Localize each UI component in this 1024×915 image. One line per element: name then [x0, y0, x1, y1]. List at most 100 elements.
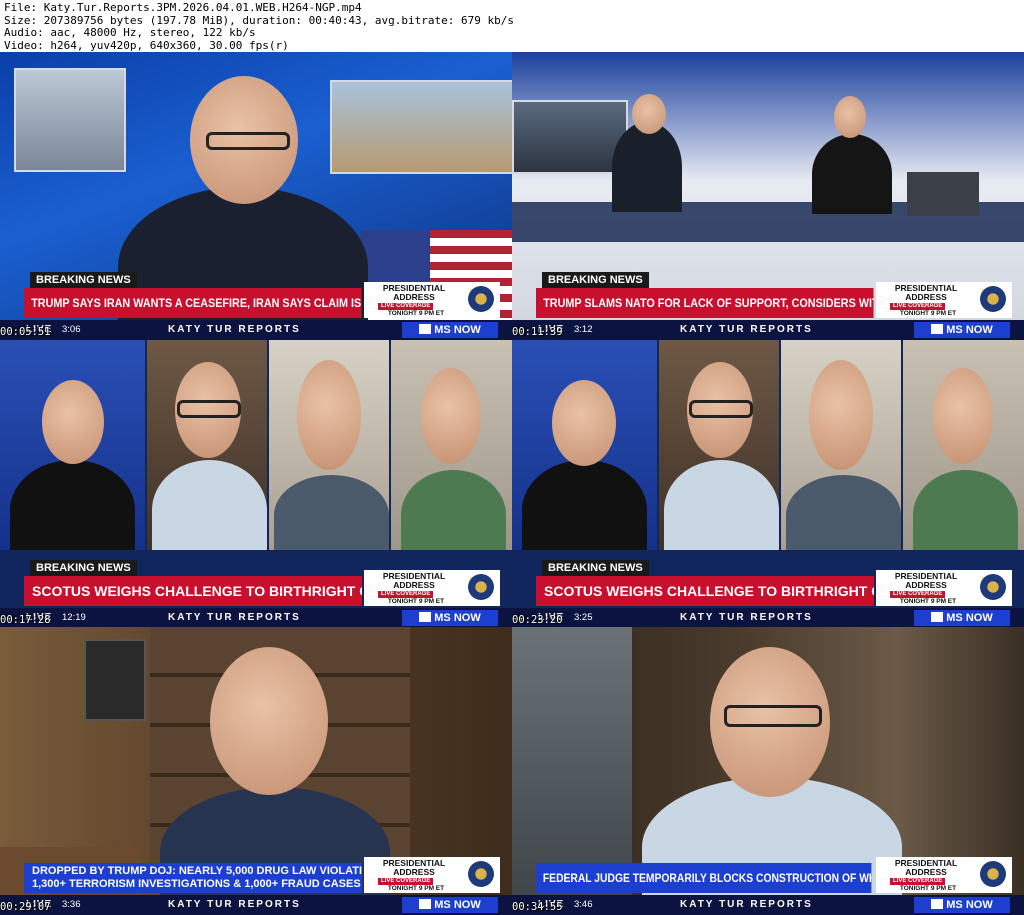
presidential-seal-icon — [980, 286, 1006, 312]
guest-head — [421, 368, 481, 464]
timecode: 00:23:20 — [512, 614, 563, 626]
clock: 3:36 — [62, 899, 81, 910]
logo-text: MS NOW — [434, 612, 481, 624]
anchor-head — [42, 380, 104, 464]
file-name-line: File: Katy.Tur.Reports.3PM.2026.04.01.WE… — [4, 1, 362, 14]
timecode: 00:05:51 — [0, 326, 51, 338]
show-name: KATY TUR REPORTS — [680, 324, 813, 335]
promo-title: PRESIDENTIAL ADDRESS — [382, 571, 446, 590]
logo-text: MS NOW — [434, 324, 481, 336]
ticker-bar: LIVE 3:06 KATY TUR REPORTS MS NOW — [0, 320, 512, 340]
guest-shirt — [401, 470, 506, 550]
ticker-bar: LIVE 3:36 KATY TUR REPORTS MS NOW — [0, 895, 512, 915]
thumbnail-3: BREAKING NEWS SCOTUS WEIGHS CHALLENGE TO… — [0, 340, 512, 628]
breaking-news-label: BREAKING NEWS — [542, 560, 649, 576]
headline: DROPPED BY TRUMP DOJ: NEARLY 5,000 DRUG … — [24, 863, 362, 893]
network-logo: MS NOW — [402, 322, 498, 338]
promo-time: TONIGHT 9 PM ET — [899, 885, 957, 892]
promo-title: PRESIDENTIAL ADDRESS — [894, 858, 958, 877]
panel-guest-2 — [269, 340, 389, 550]
promo-title: PRESIDENTIAL ADDRESS — [382, 858, 446, 877]
guest-head — [809, 360, 873, 470]
thumbnail-4: BREAKING NEWS SCOTUS WEIGHS CHALLENGE TO… — [512, 340, 1024, 628]
anchor-head — [552, 380, 616, 466]
promo-live: LIVE COVERAGE — [378, 591, 434, 598]
presidential-address-promo: PRESIDENTIAL ADDRESS LIVE COVERAGE TONIG… — [364, 570, 500, 606]
guest-shirt — [664, 460, 779, 550]
glasses — [206, 132, 290, 150]
logo-mark-icon — [931, 899, 944, 909]
presidential-seal-icon — [468, 861, 494, 887]
anchor-body — [522, 460, 647, 550]
video-info-line: Video: h264, yuv420p, 640x360, 30.00 fps… — [4, 38, 289, 52]
logo-mark-icon — [419, 899, 432, 909]
flag-canton — [360, 230, 430, 286]
clock: 3:12 — [574, 324, 593, 335]
glasses — [689, 400, 753, 418]
presidential-seal-icon — [468, 574, 494, 600]
logo-text: MS NOW — [946, 899, 993, 911]
guest-head — [210, 647, 328, 795]
anchor-left-head — [632, 94, 666, 134]
panel-anchor — [512, 340, 657, 550]
smoke-image — [14, 68, 126, 172]
guest-shirt — [786, 475, 901, 550]
monitor-image — [512, 100, 628, 174]
framed-picture — [84, 639, 146, 721]
headline-line-2: 1,300+ TERRORISM INVESTIGATIONS & 1,000+… — [32, 878, 361, 890]
presidential-address-promo: PRESIDENTIAL ADDRESS LIVE COVERAGE TONIG… — [876, 857, 1012, 893]
panel-guest-1 — [147, 340, 267, 550]
logo-mark-icon — [931, 324, 944, 334]
file-info-header: File: Katy.Tur.Reports.3PM.2026.04.01.WE… — [0, 0, 1024, 52]
show-name: KATY TUR REPORTS — [680, 899, 813, 910]
headline: SCOTUS WEIGHS CHALLENGE TO BIRTHRIGHT CI… — [24, 576, 362, 606]
panel-anchor — [0, 340, 145, 550]
show-name: KATY TUR REPORTS — [168, 899, 301, 910]
logo-mark-icon — [931, 612, 944, 622]
promo-live: LIVE COVERAGE — [890, 591, 946, 598]
promo-title: PRESIDENTIAL ADDRESS — [382, 283, 446, 302]
thumbnail-1: BREAKING NEWS TRUMP SAYS IRAN WANTS A CE… — [0, 52, 512, 340]
presidential-address-promo: PRESIDENTIAL ADDRESS LIVE COVERAGE TONIG… — [364, 282, 500, 318]
thumbnail-6: FEDERAL JUDGE TEMPORARILY BLOCKS CONSTRU… — [512, 627, 1024, 915]
guest-shirt — [152, 460, 267, 550]
clock: 3:06 — [62, 324, 81, 335]
guest-shirt — [913, 470, 1018, 550]
network-logo: MS NOW — [402, 610, 498, 626]
presidential-seal-icon — [980, 861, 1006, 887]
laptop — [907, 172, 979, 216]
anchor-right-head — [834, 96, 866, 138]
headline: TRUMP SAYS IRAN WANTS A CEASEFIRE, IRAN … — [24, 288, 362, 318]
ticker-bar: LIVE 3:12 KATY TUR REPORTS MS NOW — [512, 320, 1024, 340]
promo-time: TONIGHT 9 PM ET — [387, 598, 445, 605]
ticker-bar: LIVE 3:25 KATY TUR REPORTS MS NOW — [512, 608, 1024, 628]
logo-text: MS NOW — [946, 324, 993, 336]
logo-text: MS NOW — [434, 899, 481, 911]
presidential-address-promo: PRESIDENTIAL ADDRESS LIVE COVERAGE TONIG… — [876, 282, 1012, 318]
anchor-right — [812, 134, 892, 214]
show-name: KATY TUR REPORTS — [680, 612, 813, 623]
headline: TRUMP SLAMS NATO FOR LACK OF SUPPORT, CO… — [536, 288, 874, 318]
panel-guest-2 — [781, 340, 901, 550]
logo-mark-icon — [419, 324, 432, 334]
breaking-news-label: BREAKING NEWS — [542, 272, 649, 288]
thumbnail-2: BREAKING NEWS TRUMP SLAMS NATO FOR LACK … — [512, 52, 1024, 340]
glasses — [177, 400, 241, 418]
anchor-left — [612, 122, 682, 212]
presidential-address-promo: PRESIDENTIAL ADDRESS LIVE COVERAGE TONIG… — [876, 570, 1012, 606]
timecode: 00:11:39 — [512, 326, 563, 338]
promo-time: TONIGHT 9 PM ET — [387, 310, 445, 317]
clock: 3:25 — [574, 612, 593, 623]
headline: SCOTUS WEIGHS CHALLENGE TO BIRTHRIGHT CI… — [536, 576, 874, 606]
breaking-news-label: BREAKING NEWS — [30, 560, 137, 576]
timecode: 00:29:07 — [0, 901, 51, 913]
panel-guest-3 — [391, 340, 512, 550]
presidential-address-promo: PRESIDENTIAL ADDRESS LIVE COVERAGE TONIG… — [364, 857, 500, 893]
network-logo: MS NOW — [402, 897, 498, 913]
guest-head — [297, 360, 361, 470]
network-logo: MS NOW — [914, 897, 1010, 913]
presidential-seal-icon — [980, 574, 1006, 600]
audio-info-line: Audio: aac, 48000 Hz, stereo, 122 kb/s — [4, 26, 256, 39]
panel-guest-3 — [903, 340, 1024, 550]
promo-live: LIVE COVERAGE — [378, 878, 434, 885]
